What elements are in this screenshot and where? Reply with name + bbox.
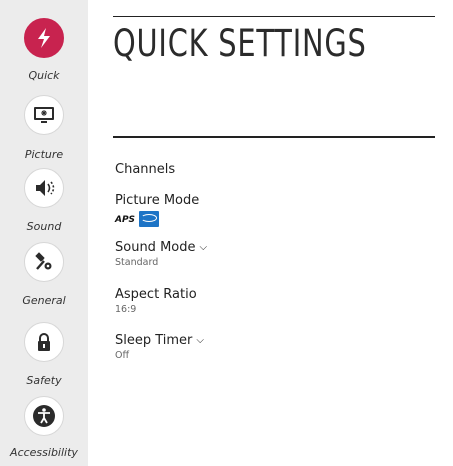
energy-star-icon: [139, 211, 160, 227]
main-panel: QUICK SETTINGS Channels Picture Mode APS…: [88, 0, 453, 466]
sidebar: Quick Picture Sound General Safety Acces…: [0, 0, 88, 466]
chevron-down-icon: ⌵: [196, 335, 204, 346]
menu-item-sleep-timer[interactable]: Sleep Timer ⌵ Off: [115, 333, 204, 361]
sidebar-item-accessibility[interactable]: Accessibility: [0, 388, 88, 462]
sidebar-item-label: Quick: [28, 69, 60, 82]
sidebar-item-label: Picture: [24, 148, 64, 161]
sidebar-item-label: Accessibility: [10, 446, 78, 459]
sidebar-item-general[interactable]: General: [0, 240, 88, 314]
sidebar-item-picture[interactable]: Picture: [0, 87, 88, 161]
sidebar-item-quick[interactable]: Quick: [0, 12, 88, 86]
sidebar-item-label: Safety: [26, 374, 62, 387]
lightning-icon: [24, 18, 64, 58]
menu-item-channels[interactable]: Channels: [115, 162, 175, 177]
settings-screen: Quick Picture Sound General Safety Acces…: [0, 0, 453, 466]
header-divider: [113, 136, 435, 138]
sidebar-item-safety[interactable]: Safety: [0, 314, 88, 388]
menu-item-label: Sound Mode: [115, 240, 196, 255]
picture-mode-logos: APS: [115, 211, 199, 227]
sidebar-item-sound[interactable]: Sound: [0, 166, 88, 240]
menu-item-value: 16:9: [115, 304, 137, 315]
lock-icon: [24, 322, 64, 362]
sidebar-item-label: General: [22, 294, 66, 307]
chevron-down-icon: ⌵: [199, 242, 208, 253]
menu-item-aspect-ratio[interactable]: Aspect Ratio 16:9: [115, 287, 197, 315]
menu-item-value: Off: [115, 350, 130, 361]
aps-logo: APS: [115, 214, 136, 225]
menu-item-label: Channels: [115, 162, 176, 177]
menu-item-label: Aspect Ratio: [115, 287, 197, 302]
menu-item-label: Picture Mode: [115, 193, 200, 208]
sidebar-item-label: Sound: [26, 220, 62, 233]
speaker-icon: [24, 168, 64, 208]
accessibility-icon: [24, 396, 64, 436]
top-divider: [113, 16, 435, 17]
menu-item-picture-mode[interactable]: Picture Mode APS: [115, 193, 199, 227]
tools-icon: [24, 242, 64, 282]
menu-item-label: Sleep Timer: [115, 333, 193, 348]
menu-item-sound-mode[interactable]: Sound Mode ⌵ Standard: [115, 240, 207, 268]
menu-item-value: Standard: [115, 257, 159, 268]
page-title: QUICK SETTINGS: [113, 22, 367, 65]
picture-icon: [24, 95, 64, 135]
